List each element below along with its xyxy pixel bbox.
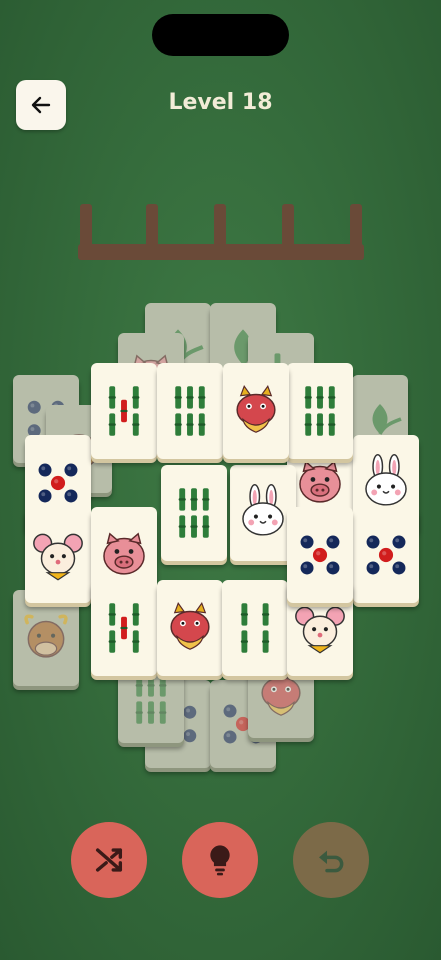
- mahjong-tile-bamboo-5[interactable]: [91, 580, 157, 676]
- lightbulb-icon: [210, 845, 230, 876]
- mahjong-tile-dragon[interactable]: [223, 363, 289, 459]
- undo-icon: [319, 850, 344, 873]
- mahjong-tile-bamboo-5[interactable]: [91, 363, 157, 459]
- circles-5-icon: [366, 535, 406, 575]
- mahjong-tile-bamboo-6[interactable]: [287, 363, 353, 459]
- mahjong-tile-ox[interactable]: [13, 590, 79, 686]
- mahjong-tile-dragon[interactable]: [157, 580, 223, 676]
- shuffle-icon: [95, 848, 123, 872]
- tile-board: [0, 0, 441, 960]
- mahjong-tile-bamboo-6[interactable]: [157, 363, 223, 459]
- bamboo-6-icon: [178, 488, 210, 538]
- hint-button[interactable]: [182, 822, 258, 898]
- shuffle-button[interactable]: [71, 822, 147, 898]
- ox-icon: [24, 614, 68, 658]
- mahjong-tile-circles-5[interactable]: [353, 507, 419, 603]
- dragon-icon: [236, 385, 276, 433]
- bamboo-5-icon: [108, 603, 140, 653]
- mahjong-tile-bamboo-6[interactable]: [161, 465, 227, 561]
- circles-5-icon: [300, 535, 340, 575]
- dragon-icon: [170, 602, 210, 650]
- mouse-icon: [33, 533, 83, 581]
- bamboo-4-icon: [240, 603, 270, 653]
- mahjong-tile-circles-5[interactable]: [287, 507, 353, 603]
- bamboo-6-icon: [304, 386, 336, 436]
- undo-button[interactable]: [293, 822, 369, 898]
- mahjong-tile-bamboo-4[interactable]: [222, 580, 288, 676]
- bamboo-5-icon: [108, 386, 140, 436]
- bamboo-6-icon: [174, 386, 206, 436]
- mahjong-tile-mouse[interactable]: [25, 507, 91, 603]
